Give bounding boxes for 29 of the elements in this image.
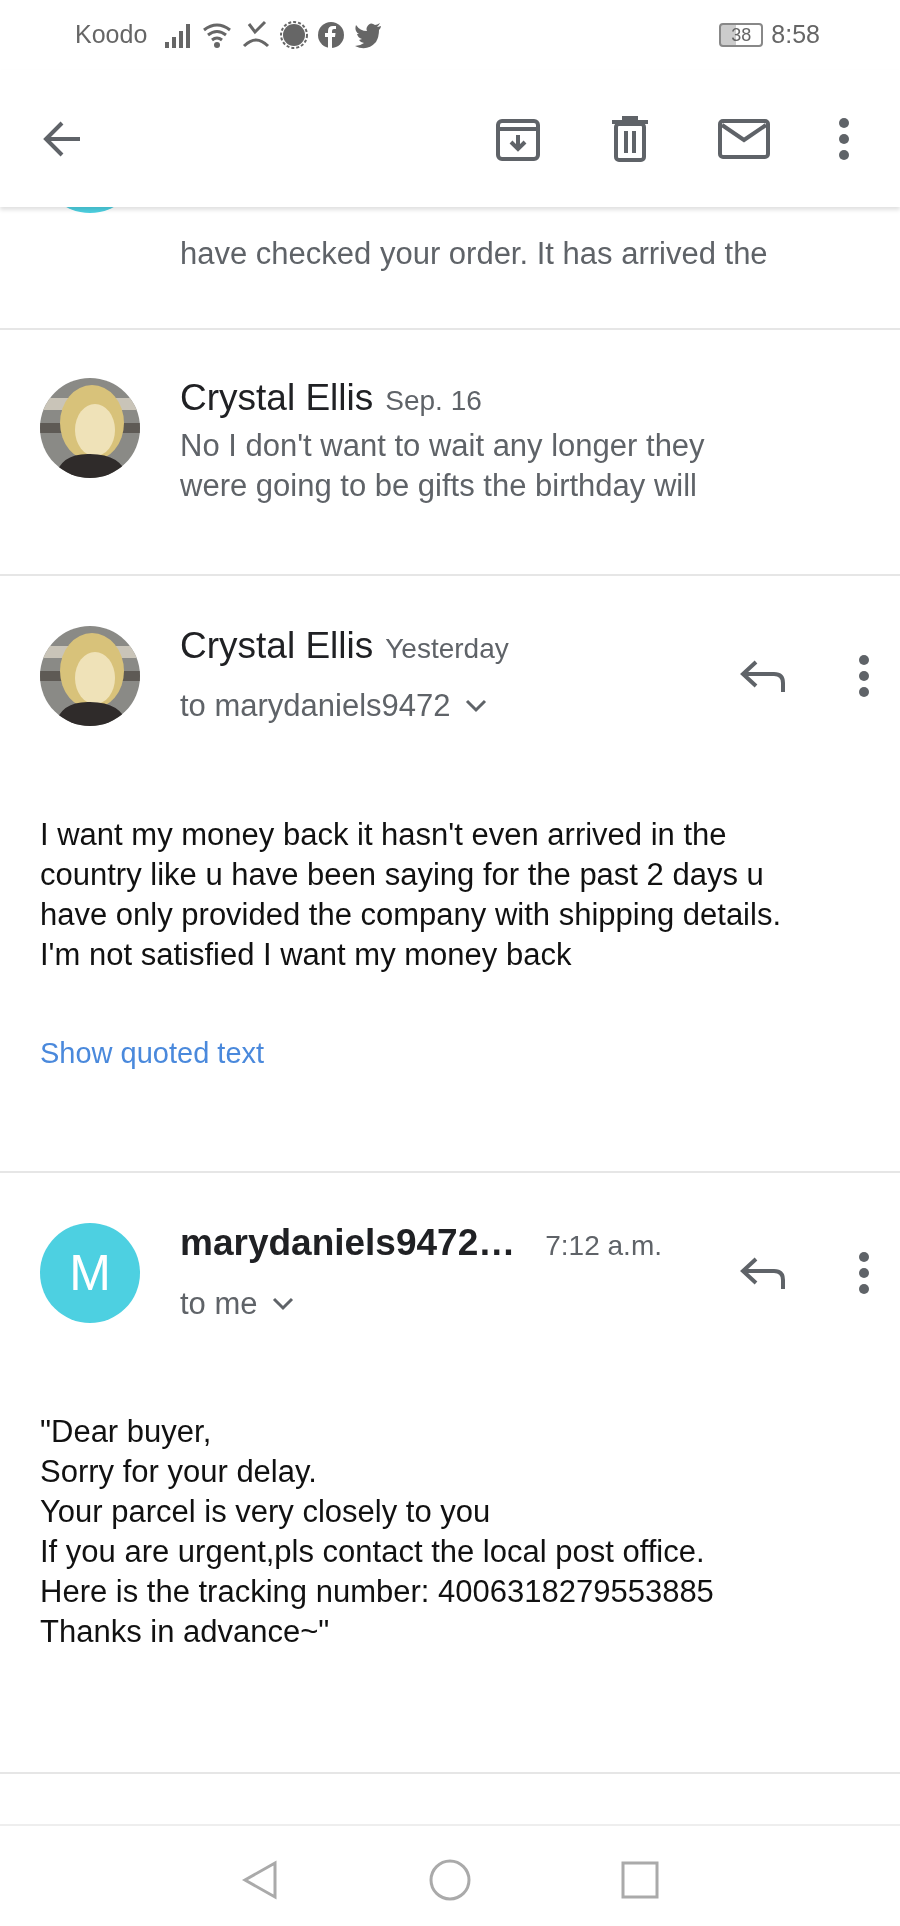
message-date: Sep. 16 — [385, 384, 482, 418]
recipient-text: to me — [180, 1284, 258, 1323]
more-icon[interactable] — [858, 653, 870, 698]
message-snippet: No I don't want to wait any longer they were going to be gifts the birthday will — [180, 426, 706, 505]
sender-name: Crystal Ellis — [180, 623, 374, 668]
battery-level: 38 — [731, 23, 752, 47]
message-body: "Dear buyer, Sorry for your delay. Your parcel is very closely to you If you are urgent,pls contact the local post office. Here is the tracking number: 4006318279553885 Thanks in advance~" — [39, 1413, 715, 1651]
more-icon[interactable] — [858, 1251, 870, 1295]
show-quoted-link[interactable]: Show quoted text — [40, 1036, 265, 1069]
recipient-text: to marydaniels9472 — [180, 687, 451, 725]
message-date: Yesterday — [385, 631, 509, 666]
mail-icon[interactable] — [718, 118, 770, 159]
message-date: 7:12 a.m. — [545, 1229, 662, 1263]
chevron-down-icon[interactable] — [271, 1296, 294, 1311]
reply-icon[interactable] — [740, 1255, 786, 1291]
message-snippet: have checked your order. It has arrived the — [180, 235, 768, 273]
carrier-name: Koodo — [75, 19, 148, 51]
sender-name: marydaniels9472… — [180, 1221, 516, 1265]
sender-name: Crystal Ellis — [180, 376, 374, 420]
more-icon[interactable] — [838, 116, 850, 161]
facebook-icon — [317, 21, 346, 49]
sun-icon — [279, 20, 310, 50]
bird-icon — [353, 21, 384, 49]
clock-time: 8:58 — [771, 19, 820, 51]
avatar-letter: M — [69, 1243, 111, 1303]
missed-call-icon — [241, 20, 272, 50]
chevron-down-icon[interactable] — [464, 699, 487, 714]
delete-icon[interactable] — [610, 114, 650, 163]
message-body: I want my money back it hasn't even arrived in the country like u have been saying for the past 2 days u have only provided the company with shipping details. I'm not satisfied I want my money back — [39, 815, 782, 974]
